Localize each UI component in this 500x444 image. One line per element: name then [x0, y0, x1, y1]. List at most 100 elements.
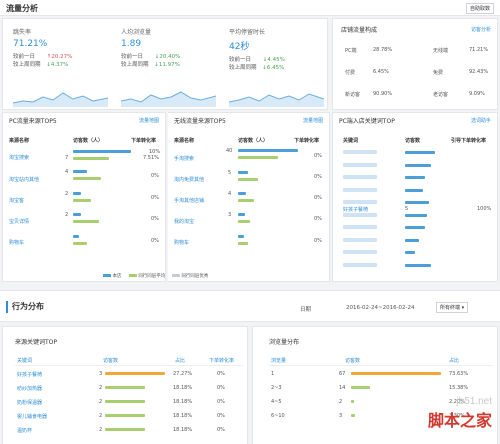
- traffic-map-link[interactable]: 流量地图: [139, 117, 159, 124]
- source-name[interactable]: 手淘其他店铺: [174, 197, 204, 204]
- self-service-button[interactable]: 自助取数: [465, 3, 494, 14]
- source-name[interactable]: 购物车: [9, 239, 24, 246]
- visitor-count: 2: [65, 212, 69, 218]
- sparkline-pageviews: [121, 91, 216, 107]
- source-keyword-title: 来源关键词TOP: [15, 339, 58, 346]
- structure-value: 71.21%: [469, 47, 489, 53]
- page-title: 流量分析: [6, 4, 38, 13]
- keyword[interactable]: 温奶杯: [17, 427, 32, 434]
- visitor-count: 4: [228, 191, 232, 197]
- metric-value: 42秒: [229, 42, 250, 52]
- compare-label: 较上周同期: [121, 62, 149, 68]
- keyword-helper-link[interactable]: 选词助手: [471, 117, 491, 124]
- col-visitors: 访客数: [103, 358, 119, 364]
- source-name[interactable]: 淘内免费其他: [174, 176, 204, 183]
- watermark: jb51.net 脚本之家: [428, 396, 492, 431]
- share-bar: [105, 372, 165, 375]
- visitor-count: 3: [228, 212, 232, 218]
- col-visitors: 访客数: [345, 358, 361, 364]
- divider: [269, 365, 493, 366]
- share-bar: [105, 414, 145, 417]
- share-percent: 18.18%: [173, 427, 193, 433]
- source-name[interactable]: 我的淘宝: [174, 218, 194, 225]
- pageview-range: 2~3: [271, 385, 282, 391]
- legend-own: 本店: [112, 274, 122, 279]
- structure-value: 28.78%: [373, 47, 393, 53]
- col-share: 占比: [449, 358, 460, 364]
- bar-peer-avg: [73, 220, 99, 223]
- source-name[interactable]: 淘宝客: [9, 197, 24, 204]
- keyword-bar: [405, 251, 415, 254]
- structure-value: 92.43%: [469, 69, 489, 75]
- source-name[interactable]: 淘宝搜索: [9, 154, 29, 161]
- conversion-rate: 0%: [151, 173, 159, 179]
- pageview-range: 6~10: [271, 413, 285, 419]
- pc-keywords-card: PC端入店关键词TOP 选词助手 关键词 访客数 引导下单转化率 好孩子餐椅 5…: [332, 112, 498, 282]
- col-conversion: 下单转化率: [209, 358, 235, 364]
- metric-label: 平均停留时长: [229, 29, 266, 36]
- compare-row: 较前一日 ↓20.40%: [121, 52, 221, 60]
- col-conversion: 下单转化率: [294, 138, 320, 144]
- keyword[interactable]: 纺纱加热器: [17, 385, 42, 392]
- visitor-count: 3: [99, 371, 103, 377]
- conversion-rate: 0%: [217, 399, 225, 405]
- keyword[interactable]: 奶粉保温器: [17, 399, 42, 406]
- col-visitors: 访客数（人）: [73, 138, 104, 144]
- bar-peer-avg: [73, 157, 109, 160]
- conversion-rate: 0%: [217, 427, 225, 433]
- metric-pageviews: 人均浏览量 1.89 较前一日 ↓20.40% 较上周同期 ↓11.97%: [121, 27, 221, 68]
- conversion-rate: 100%: [477, 206, 492, 212]
- conversion-rate: 0%: [314, 174, 322, 180]
- compare-value: ↓11.97%: [154, 62, 180, 68]
- structure-label: 新访客: [345, 92, 361, 98]
- col-visitors: 访客数: [405, 138, 421, 144]
- conversion-rate: 0%: [217, 385, 225, 391]
- compare-row: 较前一日 ↓4.45%: [229, 55, 329, 63]
- keyword-name-placeholder: [343, 150, 377, 154]
- source-name[interactable]: 购物车: [174, 239, 189, 246]
- structure-title: 店铺流量构成: [341, 27, 378, 34]
- chevron-down-icon: ▾: [461, 305, 465, 311]
- keyword[interactable]: 婴儿辅食电器: [17, 413, 47, 420]
- conversion-rate: 0%: [151, 238, 159, 244]
- bar-own: [73, 170, 87, 173]
- keyword-bar: [405, 226, 425, 229]
- visitor-count: 2: [99, 413, 103, 419]
- metrics-card: 跳失率 71.21% 较前一日 ↑20.27% 较上周同期 ↓4.37% 人均浏…: [2, 18, 328, 110]
- share-percent: 15.38%: [449, 385, 469, 391]
- pc-sources-title: PC流量来源TOP5: [9, 118, 57, 125]
- divider: [15, 365, 243, 366]
- pc-keywords-title: PC端入店关键词TOP: [339, 118, 395, 125]
- legend-peer-best: 同行同层优秀: [181, 274, 209, 279]
- bar-own: [238, 171, 248, 174]
- behavior-header: 行为分布 日期 2016-02-24~2016-02-24 所有终端 ▾: [0, 290, 500, 322]
- bar-own: [73, 150, 131, 153]
- sparkline-stay: [229, 93, 324, 107]
- bar-peer-avg: [238, 220, 250, 223]
- pageview-range: 4~5: [271, 399, 282, 405]
- structure-label: 老访客: [433, 92, 449, 98]
- terminal-select[interactable]: 所有终端 ▾: [436, 302, 469, 313]
- date-range[interactable]: 2016-02-24~2016-02-24: [346, 305, 415, 311]
- compare-label: 较上周同期: [13, 62, 41, 68]
- structure-label: 付费: [345, 70, 356, 76]
- keyword[interactable]: 好孩子餐椅: [17, 371, 42, 378]
- visitor-analysis-link[interactable]: 访客分析: [471, 26, 491, 33]
- keyword[interactable]: 好孩子餐椅: [343, 206, 368, 213]
- share-bar: [351, 372, 441, 375]
- structure-label: 免费: [433, 70, 444, 76]
- share-percent: 18.18%: [173, 385, 193, 391]
- structure-value: 6.45%: [373, 69, 389, 75]
- keyword-name-placeholder: [343, 237, 377, 242]
- source-name[interactable]: 手淘搜索: [174, 155, 194, 162]
- traffic-map-link[interactable]: 流量地图: [303, 117, 323, 124]
- terminal-label: 所有终端: [440, 305, 461, 311]
- keyword-name-placeholder: [343, 175, 377, 179]
- mobile-sources-card: 无线流量来源TOP5 流量地图 来源名称 访客数（人） 下单转化率 手淘搜索 4…: [168, 112, 330, 282]
- behavior-accent: [6, 301, 8, 313]
- source-name[interactable]: 淘宝站内其他: [9, 176, 39, 183]
- bar-peer-avg: [238, 199, 254, 202]
- compare-value: ↓6.45%: [262, 65, 285, 71]
- source-name[interactable]: 宝贝详情: [9, 218, 29, 225]
- pc-sources-card: PC流量来源TOP5 流量地图 来源名称 访客数（人） 下单转化率 淘宝搜索 1…: [2, 112, 166, 282]
